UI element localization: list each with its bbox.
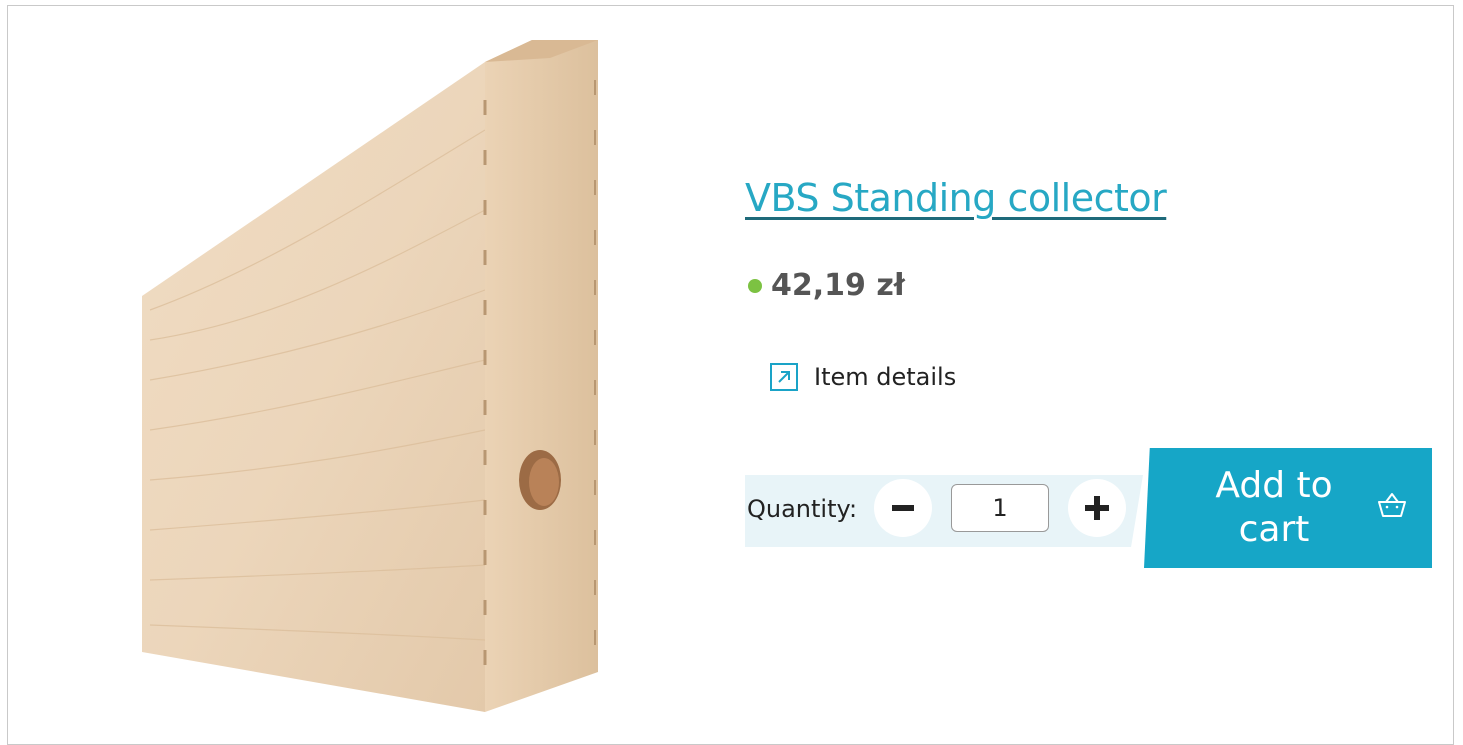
add-to-cart-label-line1: Add to bbox=[1215, 465, 1333, 506]
add-to-cart-button[interactable]: Add to cart bbox=[1144, 448, 1432, 568]
product-price: 42,19 zł bbox=[771, 268, 905, 303]
increase-quantity-button[interactable] bbox=[1068, 479, 1126, 537]
basket-icon bbox=[1378, 493, 1406, 517]
minus-icon bbox=[892, 505, 914, 511]
price-row: 42,19 zł bbox=[748, 268, 905, 303]
item-details-link[interactable]: Item details bbox=[770, 363, 956, 391]
availability-dot-icon bbox=[748, 278, 762, 293]
plus-icon bbox=[1085, 496, 1109, 520]
quantity-label: Quantity: bbox=[747, 495, 858, 523]
quantity-input[interactable] bbox=[951, 484, 1049, 532]
product-image[interactable] bbox=[140, 40, 610, 720]
item-details-label: Item details bbox=[814, 363, 957, 391]
decrease-quantity-button[interactable] bbox=[874, 479, 932, 537]
product-title[interactable]: VBS Standing collector bbox=[745, 176, 1167, 220]
add-to-cart-label-line2: cart bbox=[1238, 509, 1310, 550]
add-to-cart-label: Add to cart bbox=[1184, 464, 1364, 552]
external-arrow-icon bbox=[770, 363, 798, 391]
